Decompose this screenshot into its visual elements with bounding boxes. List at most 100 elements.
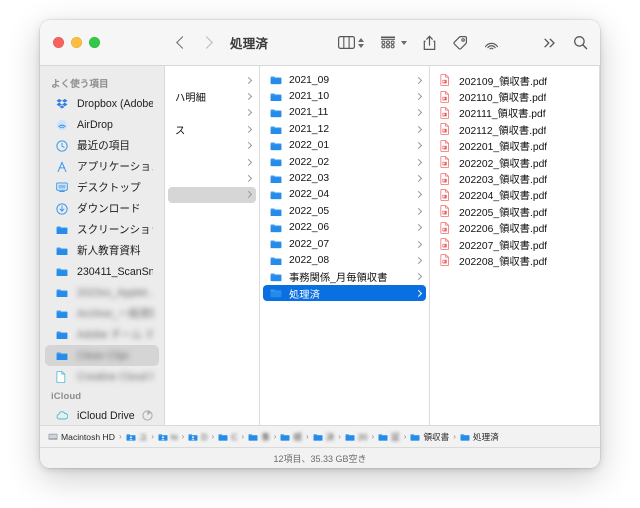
sidebar-item-dropbox-adobe[interactable]: Dropbox (Adobe) xyxy=(45,93,159,114)
pdf-icon xyxy=(440,90,454,103)
icloud-icon xyxy=(56,411,71,420)
sidebar-item-2023xx-applet[interactable]: 2023xx_Applet... xyxy=(45,282,159,303)
zoom-button[interactable] xyxy=(89,37,100,48)
folder-icon xyxy=(270,75,284,85)
column-row[interactable]: 2022_06 xyxy=(263,220,426,236)
column-row[interactable] xyxy=(168,138,256,154)
column-row[interactable]: 202111_領収書.pdf xyxy=(433,105,596,121)
back-button[interactable] xyxy=(169,31,193,55)
sidebar-item-creative-cloud-fi[interactable]: Creative Cloud Fi... xyxy=(45,366,159,387)
sidebar-item-airdrop[interactable]: AirDrop xyxy=(45,114,159,135)
folder-icon xyxy=(270,272,284,282)
path-segment[interactable]: hi xyxy=(158,432,178,442)
column-row[interactable]: 202207_領収書.pdf xyxy=(433,236,596,252)
view-stepper[interactable] xyxy=(358,37,364,48)
column-row[interactable] xyxy=(168,72,256,88)
sidebar-item-label: アプリケーション xyxy=(77,161,153,173)
folder-icon xyxy=(270,256,284,266)
path-segment[interactable]: 事 xyxy=(248,431,270,443)
sidebar-item-archive[interactable]: Archive_一般資料 xyxy=(45,303,159,324)
more-toolbar-items-button[interactable] xyxy=(543,37,557,49)
folder-icon xyxy=(345,433,355,441)
screen: 処理済 よく使う項目 Dropbox (Adobe) AirDrop 最近の項目… xyxy=(0,0,640,508)
group-by-button[interactable] xyxy=(380,36,407,49)
sidebar-item-item[interactable]: スクリーンショット xyxy=(45,219,159,240)
column-row[interactable]: 2022_05 xyxy=(263,203,426,219)
path-segment[interactable]: ユ xyxy=(126,431,147,443)
folder-icon xyxy=(460,433,470,441)
path-segment[interactable]: 20 xyxy=(345,432,367,442)
folder-icon xyxy=(270,174,284,184)
column-row[interactable]: 202202_領収書.pdf xyxy=(433,154,596,170)
sidebar-item-item[interactable]: 最近の項目 xyxy=(45,135,159,156)
sidebar-item-icloud-drive[interactable]: iCloud Drive xyxy=(45,405,159,425)
sidebar-item-adobe[interactable]: Adobe チーム データ xyxy=(45,324,159,345)
column-partial-left[interactable]: ハ明細ス xyxy=(165,66,260,425)
column-folders[interactable]: 2021_09 2021_10 2021_11 2021_12 2022_01 … xyxy=(260,66,430,425)
sidebar[interactable]: よく使う項目 Dropbox (Adobe) AirDrop 最近の項目 アプリ… xyxy=(40,66,165,425)
column-row[interactable]: 2022_04 xyxy=(263,187,426,203)
view-mode-button[interactable] xyxy=(338,36,364,49)
path-segment[interactable]: 決 xyxy=(313,431,334,443)
path-segment[interactable]: 経 xyxy=(280,431,302,443)
folder-icon xyxy=(270,207,284,217)
path-segment[interactable]: 証 xyxy=(378,431,400,443)
column-row[interactable]: 事務関係_月毎領収書 xyxy=(263,269,426,285)
sidebar-item-label: Adobe チーム データ xyxy=(77,329,153,341)
sidebar-item-item[interactable]: アプリケーション xyxy=(45,156,159,177)
pdf-icon xyxy=(440,238,454,251)
column-row[interactable]: 202110_領収書.pdf xyxy=(433,88,596,104)
share-button[interactable] xyxy=(423,35,436,51)
column-row[interactable]: 2021_09 xyxy=(263,72,426,88)
column-row[interactable]: 処理済 xyxy=(263,285,426,302)
folder-icon xyxy=(218,433,228,441)
pdf-icon xyxy=(440,254,454,267)
folder-icon xyxy=(270,288,284,298)
tag-button[interactable] xyxy=(452,35,468,51)
path-segment[interactable]: D xyxy=(188,432,208,442)
close-button[interactable] xyxy=(53,37,64,48)
column-row[interactable]: 202203_領収書.pdf xyxy=(433,170,596,186)
forward-button[interactable] xyxy=(195,31,219,55)
path-segment[interactable]: C xyxy=(218,432,237,442)
column-row[interactable]: 2022_08 xyxy=(263,252,426,268)
minimize-button[interactable] xyxy=(71,37,82,48)
column-row[interactable]: ス xyxy=(168,121,256,137)
column-row[interactable] xyxy=(168,186,256,204)
column-row[interactable]: 202204_領収書.pdf xyxy=(433,187,596,203)
clock-icon xyxy=(56,139,71,152)
column-row[interactable]: 202201_領収書.pdf xyxy=(433,138,596,154)
path-segment[interactable]: Macintosh HD xyxy=(48,432,115,442)
sidebar-item-item[interactable]: デスクトップ xyxy=(45,177,159,198)
column-row[interactable]: 2021_11 xyxy=(263,105,426,121)
column-row[interactable]: ハ明細 xyxy=(168,88,256,104)
sidebar-item-item[interactable]: ダウンロード xyxy=(45,198,159,219)
sidebar-item-230411-scansnap[interactable]: 230411_ScanSnap xyxy=(45,261,159,282)
sidebar-item-item[interactable]: 新人教育資料 xyxy=(45,240,159,261)
column-row[interactable]: 202112_領収書.pdf xyxy=(433,121,596,137)
column-row[interactable] xyxy=(168,154,256,170)
column-row[interactable]: 2022_03 xyxy=(263,170,426,186)
column-row[interactable]: 202109_領収書.pdf xyxy=(433,72,596,88)
chevron-double-right-icon xyxy=(544,38,555,47)
chevron-right-icon xyxy=(242,92,253,101)
path-separator: › xyxy=(403,432,407,441)
sidebar-item-clean-clipr[interactable]: Clean Clipr xyxy=(45,345,159,366)
column-row[interactable]: 202205_領収書.pdf xyxy=(433,203,596,219)
column-row[interactable] xyxy=(168,170,256,186)
column-row[interactable]: 2021_12 xyxy=(263,121,426,137)
airdrop-button[interactable] xyxy=(484,35,499,51)
path-segment[interactable]: 領収書 xyxy=(410,431,449,443)
column-row[interactable]: 202206_領収書.pdf xyxy=(433,220,596,236)
path-bar[interactable]: Macintosh HD › ユ › hi › D › C › 事 › 経 › 決 › 20 › … xyxy=(40,425,600,447)
column-row[interactable]: 2022_01 xyxy=(263,138,426,154)
column-files[interactable]: 202109_領収書.pdf 202110_領収書.pdf 202111_領収書… xyxy=(430,66,600,425)
path-segment[interactable]: 処理済 xyxy=(460,431,499,443)
folder-icon xyxy=(56,330,71,340)
column-row[interactable] xyxy=(168,105,256,121)
column-row[interactable]: 202208_領収書.pdf xyxy=(433,252,596,268)
column-row[interactable]: 2022_02 xyxy=(263,154,426,170)
search-button[interactable] xyxy=(573,35,588,50)
column-row[interactable]: 2021_10 xyxy=(263,88,426,104)
column-row[interactable]: 2022_07 xyxy=(263,236,426,252)
